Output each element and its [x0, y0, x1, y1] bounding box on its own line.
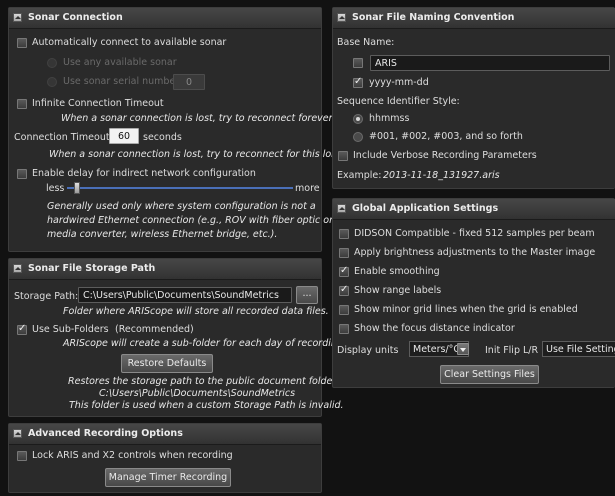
sonar-connection-panel: Sonar Connection Automatically connect t…	[8, 7, 361, 252]
sonar-connection-header[interactable]: Sonar Connection	[9, 8, 321, 29]
lock-controls-label: Lock ARIS and X2 controls when recording	[32, 450, 233, 461]
use-subfolders-label: Use Sub-Folders	[32, 324, 109, 335]
chevron-down-icon[interactable]	[457, 343, 469, 355]
verbose-params-checkbox[interactable]	[338, 151, 348, 161]
naming-convention-header[interactable]: Sonar File Naming Convention	[333, 8, 615, 29]
connection-timeout-label: Connection Timeout:	[14, 132, 113, 143]
global-settings-header[interactable]: Global Application Settings	[333, 199, 615, 220]
panel-title: Sonar Connection	[28, 12, 123, 23]
browse-button[interactable]: ...	[296, 286, 318, 304]
collapse-icon[interactable]	[13, 429, 22, 438]
base-name-label: Base Name:	[337, 37, 395, 48]
numbered-radio[interactable]	[353, 132, 363, 142]
slider-more-label: more	[295, 183, 320, 194]
panel-title: Advanced Recording Options	[28, 428, 183, 439]
connection-timeout-input[interactable]: 60	[109, 128, 139, 144]
minor-grid-label: Show minor grid lines when the grid is e…	[354, 304, 578, 315]
restore-note-line-2: C:\Users\Public\Documents\SoundMetrics	[99, 388, 296, 399]
collapse-icon[interactable]	[13, 264, 22, 273]
storage-path-input[interactable]: C:\Users\Public\Documents\SoundMetrics	[78, 287, 292, 303]
clear-settings-button[interactable]: Clear Settings Files	[440, 365, 539, 384]
collapse-icon[interactable]	[337, 204, 346, 213]
auto-connect-checkbox[interactable]	[17, 38, 27, 48]
hhmmss-radio[interactable]	[353, 114, 363, 124]
delay-note-line-3: media converter, wireless Ethernet bridg…	[47, 229, 278, 240]
init-flip-label: Init Flip L/R	[485, 345, 539, 356]
storage-path-panel: Sonar File Storage Path Storage Path: C:…	[8, 258, 346, 417]
auto-connect-label: Automatically connect to available sonar	[32, 37, 227, 48]
storage-path-label: Storage Path:	[14, 291, 79, 302]
use-serial-radio[interactable]	[47, 77, 57, 87]
panel-title: Global Application Settings	[352, 203, 499, 214]
sequence-style-label: Sequence Identifier Style:	[337, 96, 460, 107]
smoothing-label: Enable smoothing	[354, 266, 440, 277]
smoothing-checkbox[interactable]	[339, 265, 349, 277]
enable-delay-label: Enable delay for indirect network config…	[32, 168, 256, 179]
base-name-checkbox[interactable]	[353, 58, 363, 68]
didson-compatible-checkbox[interactable]	[339, 229, 349, 239]
example-value: 2013-11-18_131927.aris	[383, 170, 500, 181]
use-any-sonar-label: Use any available sonar	[63, 57, 177, 68]
restore-defaults-button[interactable]: Restore Defaults	[121, 354, 213, 373]
range-labels-checkbox[interactable]	[339, 284, 349, 296]
timeout-unit-label: seconds	[143, 132, 182, 143]
global-settings-panel: Global Application Settings DIDSON Compa…	[332, 198, 615, 388]
didson-compatible-label: DIDSON Compatible - fixed 512 samples pe…	[354, 228, 595, 239]
advanced-recording-header[interactable]: Advanced Recording Options	[9, 424, 321, 445]
serial-number-input[interactable]: 0	[173, 74, 205, 90]
date-format-label: yyyy-mm-dd	[369, 77, 429, 88]
collapse-icon[interactable]	[13, 13, 22, 22]
storage-path-header[interactable]: Sonar File Storage Path	[9, 259, 321, 280]
slider-less-label: less	[46, 183, 65, 194]
restore-note-line-1: Restores the storage path to the public …	[68, 376, 340, 387]
collapse-icon[interactable]	[337, 13, 346, 22]
manage-timer-button[interactable]: Manage Timer Recording	[105, 468, 231, 487]
panel-title: Sonar File Naming Convention	[352, 12, 515, 23]
numbered-label: #001, #002, #003, and so forth	[369, 131, 523, 142]
base-name-input[interactable]: ARIS	[370, 55, 610, 71]
storage-path-note: Folder where ARIScope will store all rec…	[63, 306, 329, 317]
enable-delay-checkbox[interactable]	[17, 169, 27, 179]
panel-title: Sonar File Storage Path	[28, 263, 156, 274]
use-serial-label: Use sonar serial number	[63, 76, 180, 87]
use-subfolders-checkbox[interactable]	[17, 323, 27, 335]
minor-grid-checkbox[interactable]	[339, 305, 349, 315]
slider-track	[67, 187, 293, 189]
advanced-recording-panel: Advanced Recording Options Lock ARIS and…	[8, 423, 322, 493]
infinite-timeout-label: Infinite Connection Timeout	[32, 98, 164, 109]
focus-indicator-label: Show the focus distance indicator	[354, 323, 515, 334]
lock-controls-checkbox[interactable]	[17, 451, 27, 461]
brightness-checkbox[interactable]	[339, 248, 349, 258]
example-label: Example:	[337, 170, 382, 181]
delay-note-line-1: Generally used only where system configu…	[47, 201, 316, 212]
focus-indicator-checkbox[interactable]	[339, 324, 349, 334]
hhmmss-label: hhmmss	[369, 113, 410, 124]
display-units-label: Display units	[337, 345, 399, 356]
slider-thumb[interactable]	[74, 182, 80, 194]
init-flip-select[interactable]: Use File Setting	[542, 341, 615, 357]
date-checkbox[interactable]	[353, 76, 363, 88]
infinite-timeout-note: When a sonar connection is lost, try to …	[61, 113, 335, 124]
brightness-label: Apply brightness adjustments to the Mast…	[354, 247, 596, 258]
connection-timeout-note: When a sonar connection is lost, try to …	[49, 149, 347, 160]
delay-note-line-2: hardwired Ethernet connection (e.g., ROV…	[47, 215, 362, 226]
use-subfolders-note: ARIScope will create a sub-folder for ea…	[63, 338, 346, 349]
use-subfolders-recommended: (Recommended)	[115, 324, 194, 335]
naming-convention-panel: Sonar File Naming Convention Base Name: …	[332, 7, 615, 189]
verbose-params-label: Include Verbose Recording Parameters	[353, 150, 537, 161]
range-labels-label: Show range labels	[354, 285, 442, 296]
restore-note-line-3: This folder is used when a custom Storag…	[69, 400, 344, 411]
use-any-sonar-radio[interactable]	[47, 58, 57, 68]
infinite-timeout-checkbox[interactable]	[17, 99, 27, 109]
delay-slider[interactable]	[67, 181, 293, 195]
